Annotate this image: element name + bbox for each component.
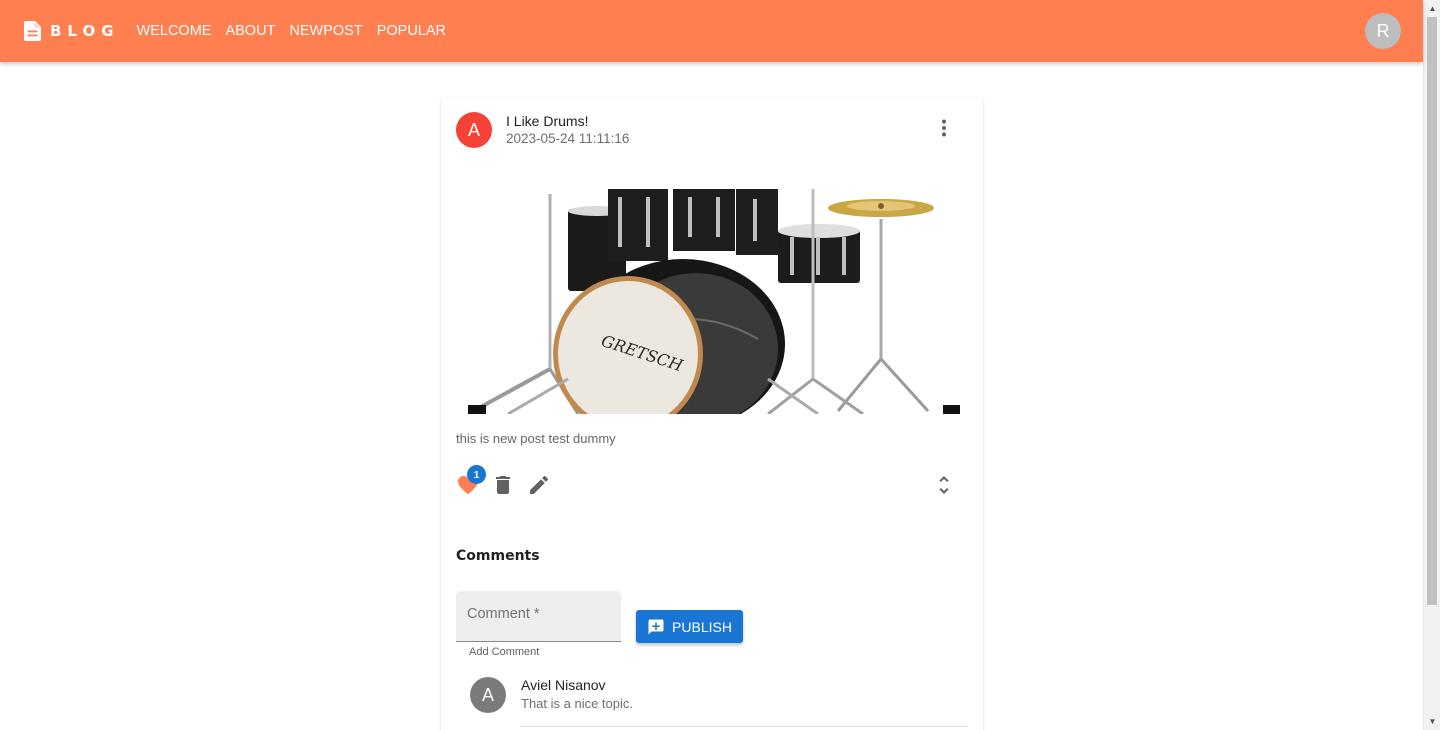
scroll-thumb[interactable] <box>1427 17 1437 605</box>
post-date: 2023-05-24 11:11:16 <box>506 131 630 146</box>
page: BLOG WELCOME ABOUT NEWPOST POPULAR R A I… <box>0 0 1440 730</box>
comment-input-label: Comment * <box>467 606 540 622</box>
main-nav: WELCOME ABOUT NEWPOST POPULAR <box>137 23 461 39</box>
post-header: A I Like Drums! 2023-05-24 11:11:16 <box>456 112 968 148</box>
comment-text: That is a nice topic. <box>521 696 633 711</box>
publish-button[interactable]: PUBLISH <box>636 610 743 643</box>
user-avatar[interactable]: R <box>1365 13 1401 49</box>
more-vert-icon[interactable] <box>932 116 956 140</box>
commenter-name: Aviel Nisanov <box>521 677 606 693</box>
post-title: I Like Drums! <box>506 113 589 129</box>
trash-icon[interactable] <box>491 473 515 497</box>
vertical-scrollbar[interactable]: ▲ ▼ <box>1423 0 1440 730</box>
author-avatar: A <box>456 112 492 148</box>
comment-helper-text: Add Comment <box>469 646 540 658</box>
nav-popular[interactable]: POPULAR <box>377 23 446 39</box>
commenter-avatar: A <box>470 677 506 713</box>
nav-welcome[interactable]: WELCOME <box>137 23 212 39</box>
comments-heading: Comments <box>456 548 540 564</box>
scroll-down-icon[interactable]: ▼ <box>1424 713 1440 730</box>
post-body: this is new post test dummy <box>456 431 616 446</box>
brand[interactable]: BLOG <box>24 21 120 41</box>
divider <box>521 726 967 727</box>
scroll-up-icon[interactable]: ▲ <box>1424 0 1440 17</box>
nav-newpost[interactable]: NEWPOST <box>289 23 362 39</box>
post-card: A I Like Drums! 2023-05-24 11:11:16 GRET… <box>441 97 983 730</box>
drum-kit-illustration: GRETSCH <box>468 189 960 414</box>
pencil-icon[interactable] <box>527 473 551 497</box>
post-image: GRETSCH <box>468 189 960 414</box>
post-actions: 1 <box>456 465 968 497</box>
app-bar: BLOG WELCOME ABOUT NEWPOST POPULAR R <box>0 0 1423 62</box>
add-comment-icon <box>648 619 664 634</box>
nav-about[interactable]: ABOUT <box>225 23 275 39</box>
brand-title: BLOG <box>50 22 120 40</box>
publish-label: PUBLISH <box>672 618 732 635</box>
like-count-badge: 1 <box>467 465 486 484</box>
comment-input[interactable]: Comment * <box>456 591 621 642</box>
comment-item: A Aviel Nisanov That is a nice topic. <box>470 677 968 727</box>
unfold-more-icon[interactable] <box>932 473 956 497</box>
document-icon <box>24 21 41 41</box>
